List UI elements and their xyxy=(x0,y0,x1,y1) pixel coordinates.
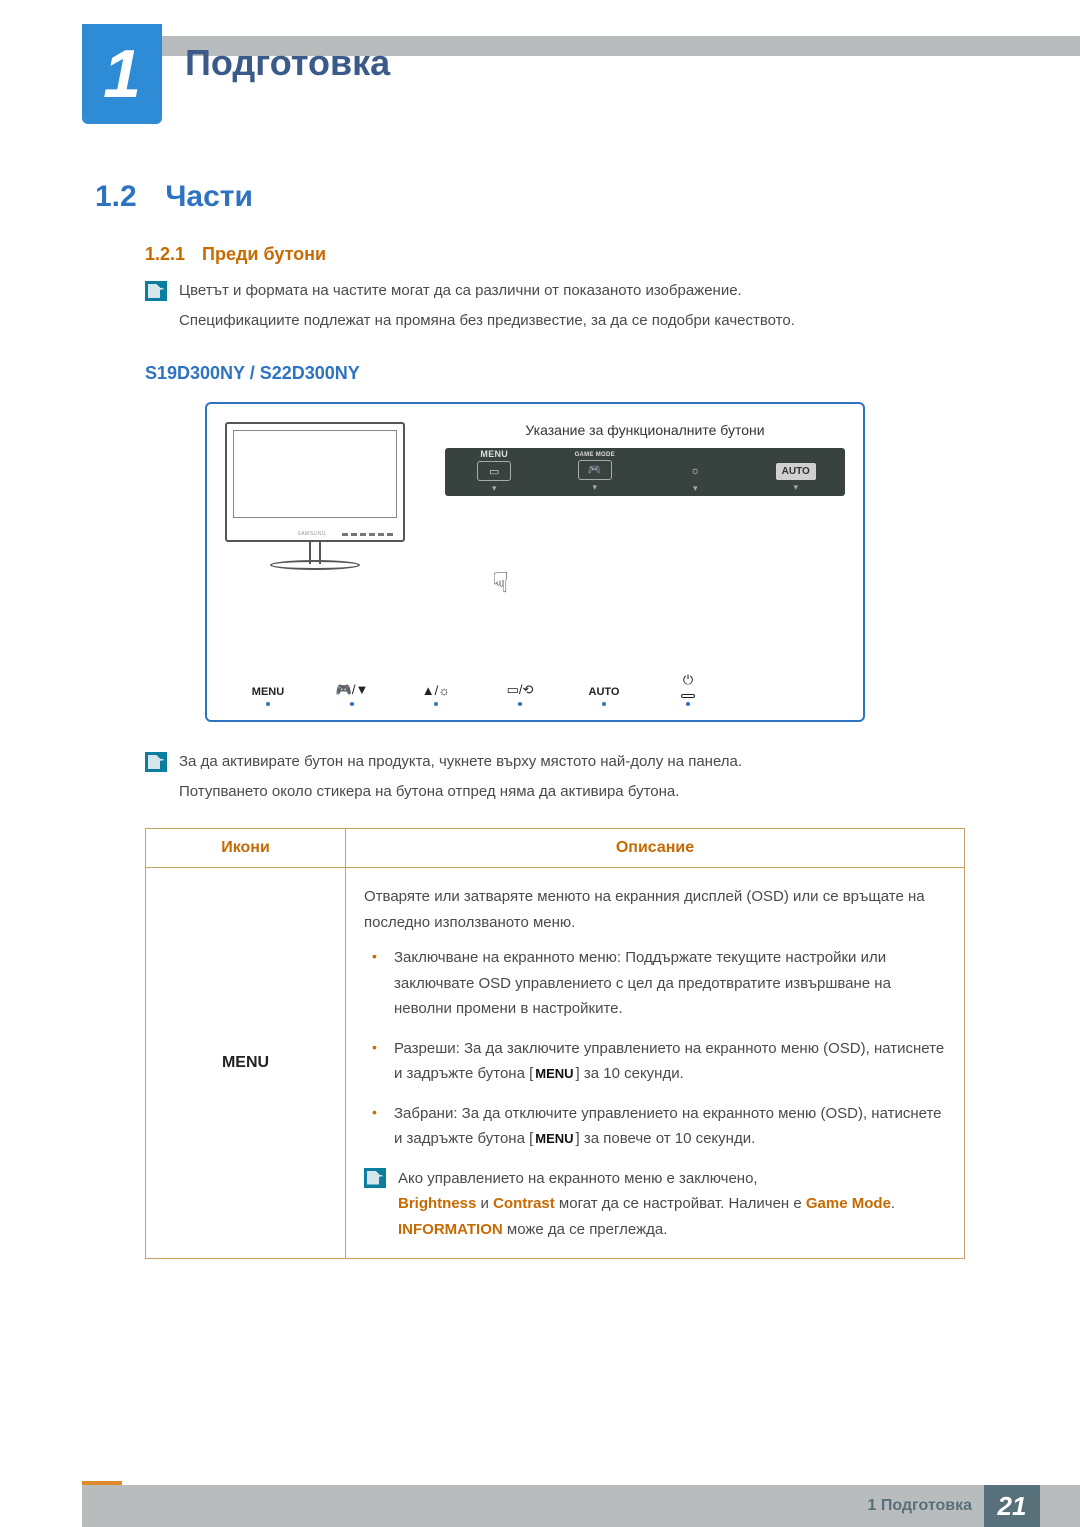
model-heading: S19D300NY / S22D300NY xyxy=(145,363,1010,384)
callout-label: Указание за функционалните бутони xyxy=(445,422,845,438)
btn-menu: MENU xyxy=(243,686,293,706)
dot-marker xyxy=(350,702,354,706)
menu-inline-label: MENU xyxy=(533,1131,575,1146)
indicator-triangle: ▾ xyxy=(793,482,798,493)
locked-line2: Brightness и Contrast могат да се настро… xyxy=(398,1191,946,1242)
btn-menu-label: MENU xyxy=(252,686,284,698)
menu-inline-label: MENU xyxy=(533,1066,575,1081)
btn-auto-label: AUTO xyxy=(589,686,620,698)
note2-line1: За да активирате бутон на продукта, чукн… xyxy=(179,750,742,774)
section-heading: 1.2 Части xyxy=(95,180,1010,214)
chapter-number: 1 xyxy=(103,35,141,113)
diagram: SAMSUNG Указание за функционалните бутон… xyxy=(205,402,1010,722)
locked-line1: Ако управлението на екранното меню е зак… xyxy=(398,1166,946,1192)
dot-marker xyxy=(518,702,522,706)
footer-accent xyxy=(82,1481,122,1485)
button-bar: MENU ▭ ▾ GAME MODE 🎮 ▾ ☼ ▾ xyxy=(445,448,845,496)
locked-note: Ако управлението на екранното меню е зак… xyxy=(364,1166,946,1243)
locked-note-text: Ако управлението на екранното меню е зак… xyxy=(398,1166,946,1243)
up-brightness-icon: ▲/☼ xyxy=(422,683,450,698)
indicator-triangle: ▾ xyxy=(492,483,497,494)
row1-bullets: Заключване на екранното меню: Поддържате… xyxy=(364,945,946,1152)
icon-description-table: Икони Описание MENU Отваряте или затваря… xyxy=(145,828,965,1259)
footer-chapter-label: 1 Подготовка xyxy=(867,1497,972,1515)
cell-icon: MENU xyxy=(146,868,346,1259)
dot-marker xyxy=(434,702,438,706)
diagram-top: SAMSUNG Указание за функционалните бутон… xyxy=(225,422,845,570)
bullet-disable: Забрани: За да отключите управлението на… xyxy=(364,1101,946,1152)
bar-game-label: GAME MODE xyxy=(575,452,615,458)
menu-icon-label: MENU xyxy=(222,1054,269,1071)
gamepad-down-icon: 🎮/▼ xyxy=(336,682,369,698)
monitor-base xyxy=(270,560,360,570)
footer-page-number: 21 xyxy=(984,1485,1040,1527)
note2-line2: Потупването около стикера на бутона отпр… xyxy=(179,780,742,804)
chapter-number-badge: 1 xyxy=(82,24,162,124)
diagram-frame: SAMSUNG Указание за функционалните бутон… xyxy=(205,402,865,722)
th-icons: Икони xyxy=(146,829,346,868)
monitor-buttons xyxy=(342,533,393,536)
bullet-lock: Заключване на екранното меню: Поддържате… xyxy=(364,945,946,1022)
table-row: MENU Отваряте или затваряте менюто на ек… xyxy=(146,868,965,1259)
spacer xyxy=(794,452,797,461)
bullet-enable: Разреши: За да заключите управлението на… xyxy=(364,1036,946,1087)
indicator-triangle: ▾ xyxy=(592,482,597,493)
row1-intro: Отваряте или затваряте менюто на екранни… xyxy=(364,884,946,935)
bar-game-group: GAME MODE 🎮 ▾ xyxy=(552,452,639,493)
gamepad-icon: 🎮 xyxy=(578,460,612,480)
btn-source: ▭/⟲ xyxy=(495,682,545,706)
section-title: Части xyxy=(165,180,253,213)
monitor-brand: SAMSUNG xyxy=(297,531,326,537)
note-icon xyxy=(145,752,167,772)
connector-lines: ☟ xyxy=(330,574,845,644)
note-text: Цветът и формата на частите могат да са … xyxy=(179,279,795,339)
spacer xyxy=(694,450,697,459)
dot-marker xyxy=(266,702,270,706)
th-desc: Описание xyxy=(346,829,965,868)
dot-marker xyxy=(686,702,690,706)
note1-line2: Спецификациите подлежат на промяна без п… xyxy=(179,309,795,333)
power-led-icon xyxy=(681,694,695,698)
monitor-bezel: SAMSUNG xyxy=(225,422,405,542)
note-text: За да активирате бутон на продукта, чукн… xyxy=(179,750,742,810)
power-icon: ⏻ xyxy=(683,672,693,688)
bottom-button-row: MENU 🎮/▼ ▲/☼ ▭/⟲ AUTO xyxy=(243,672,845,706)
subsection-number: 1.2.1 xyxy=(145,244,197,265)
btn-power: ⏻ xyxy=(663,672,713,706)
chapter-title: Подготовка xyxy=(185,42,390,84)
auto-button-label: AUTO xyxy=(776,463,816,480)
note-block-1: Цветът и формата на частите могат да са … xyxy=(145,279,1010,339)
indicator-triangle: ▾ xyxy=(693,483,698,494)
source-icon: ▭/⟲ xyxy=(507,682,534,698)
note-icon xyxy=(145,281,167,301)
cell-description: Отваряте или затваряте менюто на екранни… xyxy=(346,868,965,1259)
monitor-illustration: SAMSUNG xyxy=(225,422,405,570)
btn-up-brightness: ▲/☼ xyxy=(411,683,461,706)
pointing-hand-icon: ☟ xyxy=(492,566,509,599)
subsection-heading: 1.2.1 Преди бутони xyxy=(145,244,1010,265)
menu-icon: ▭ xyxy=(477,461,511,481)
note1-line1: Цветът и формата на частите могат да са … xyxy=(179,279,795,303)
bar-brightness-group: ☼ ▾ xyxy=(652,450,739,494)
subsection-title: Преди бутони xyxy=(202,244,326,264)
page-footer: 1 Подготовка 21 xyxy=(82,1485,1080,1527)
brightness-icon: ☼ xyxy=(678,461,712,481)
btn-auto: AUTO xyxy=(579,686,629,706)
page-content: 1.2 Части 1.2.1 Преди бутони Цветът и фо… xyxy=(95,180,1010,1259)
note-icon xyxy=(364,1168,386,1188)
bar-menu-group: MENU ▭ ▾ xyxy=(451,450,538,494)
btn-game-down: 🎮/▼ xyxy=(327,682,377,706)
bar-auto-group: AUTO ▾ xyxy=(753,452,840,493)
callout-column: Указание за функционалните бутони MENU ▭… xyxy=(445,422,845,496)
dot-marker xyxy=(602,702,606,706)
bar-menu-label: MENU xyxy=(480,450,508,459)
note-block-2: За да активирате бутон на продукта, чукн… xyxy=(145,750,1010,810)
section-number: 1.2 xyxy=(95,180,157,214)
